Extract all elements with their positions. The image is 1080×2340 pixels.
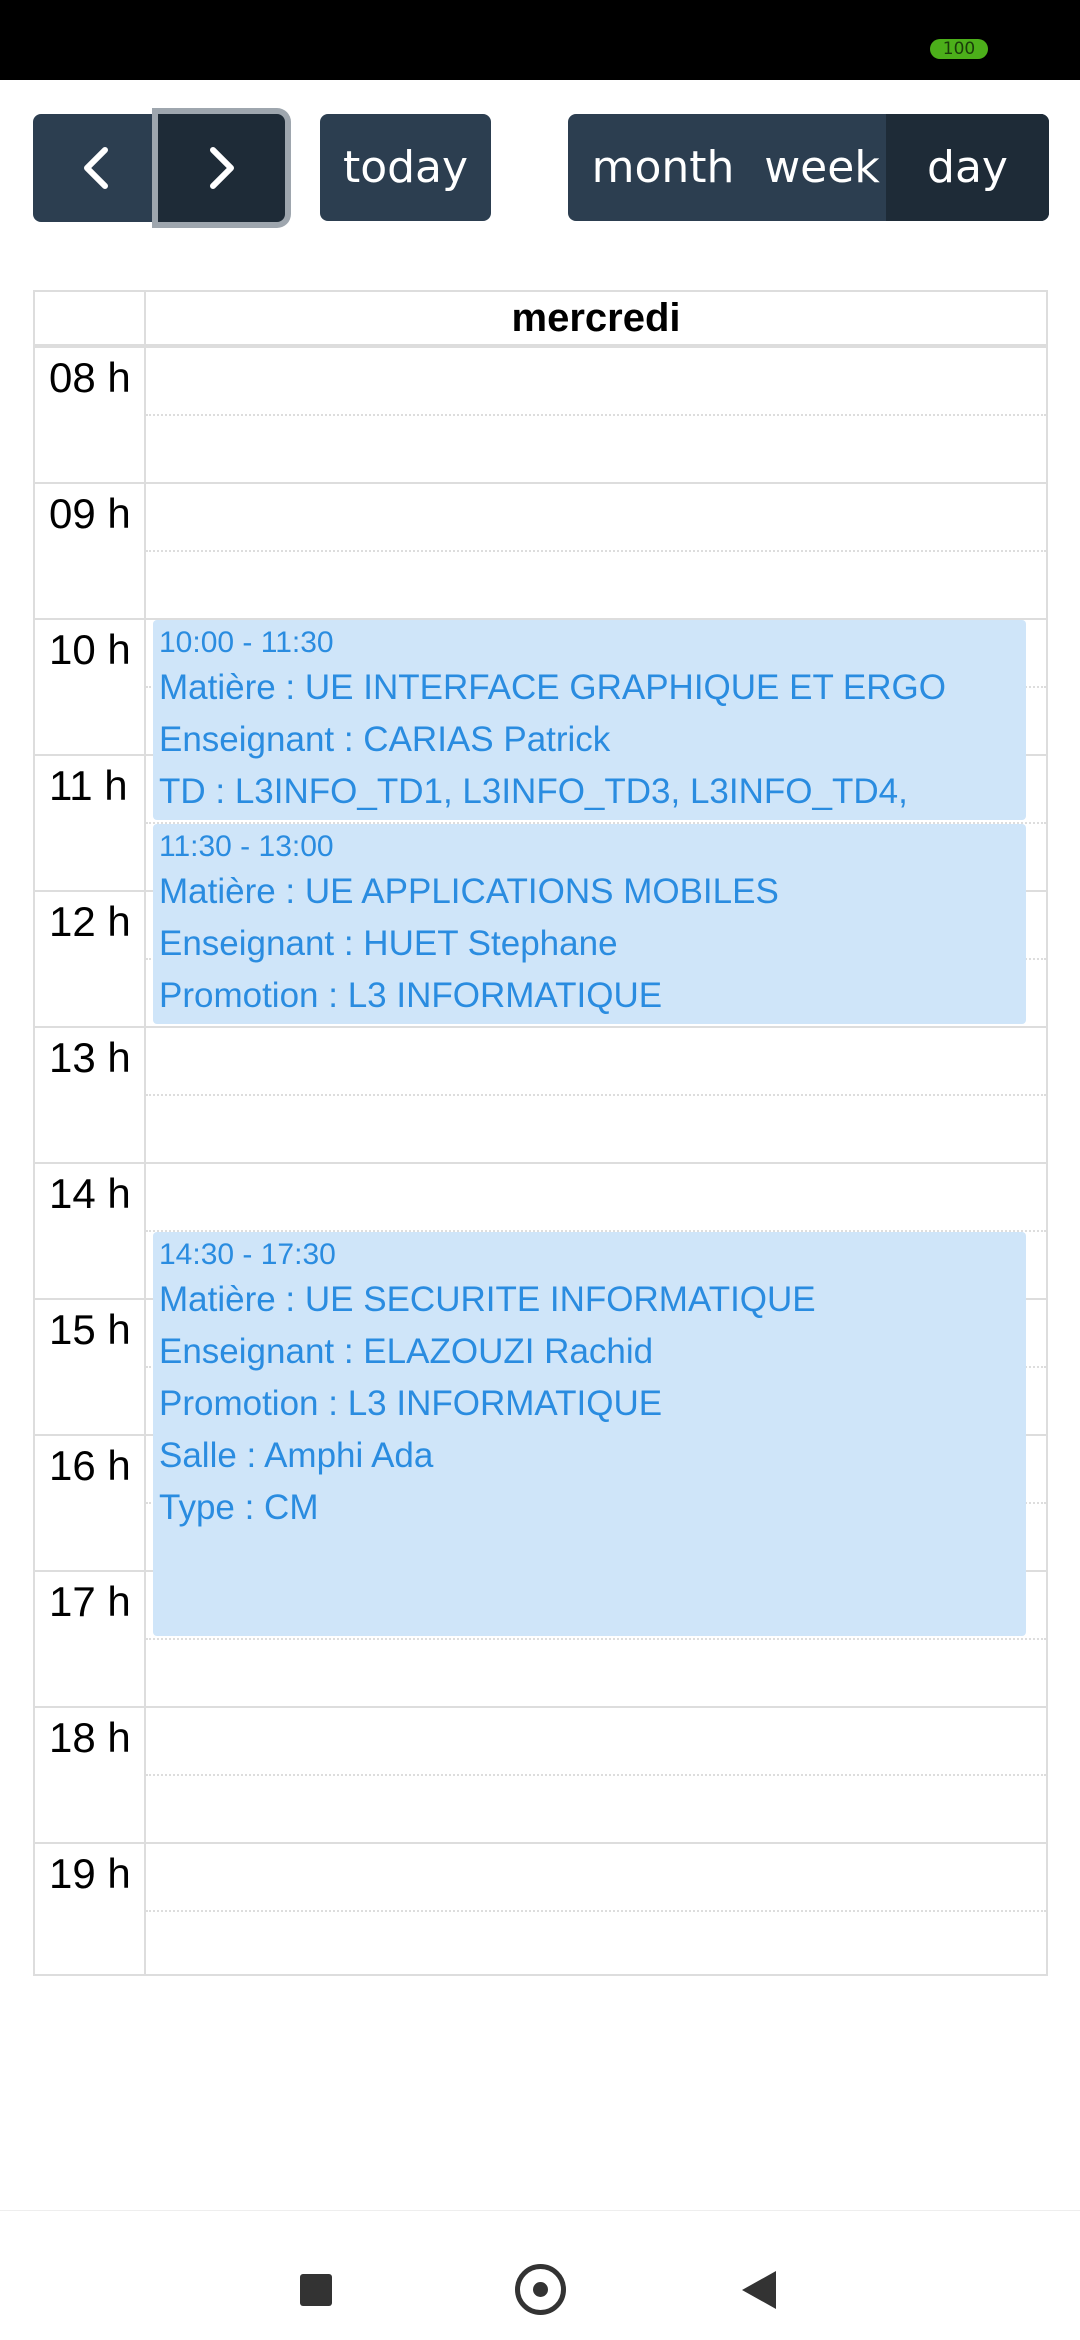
calendar-event[interactable]: 14:30 - 17:30 Matière : UE SECURITE INFOR… <box>153 1232 1026 1636</box>
home-dot <box>533 2282 548 2297</box>
hour-label: 19 h <box>49 1850 131 1897</box>
hour-label: 08 h <box>49 354 131 401</box>
week-view-button[interactable]: week <box>758 114 886 221</box>
event-detail-line: Enseignant : HUET Stephane <box>159 924 618 963</box>
hour-label: 10 h <box>49 626 131 673</box>
hour-label: 15 h <box>49 1306 131 1353</box>
event-detail-line: Matière : UE INTERFACE GRAPHIQUE ET ERGO <box>159 668 947 707</box>
calendar-body[interactable]: 08 h 09 h 10 h 11 h 12 h 13 h 14 h 15 h 16 h 17 h… <box>35 346 1046 1976</box>
chevron-left-icon <box>83 147 108 189</box>
next-button[interactable] <box>158 114 285 222</box>
day-calendar: mercredi 08 h 09 h 10 h 11 h 12 h 13 h 14 h 15 … <box>33 290 1048 1976</box>
circle-home-icon[interactable] <box>515 2264 566 2315</box>
hour-label: 17 h <box>49 1578 131 1625</box>
chevron-right-icon <box>209 147 234 189</box>
event-time: 14:30 - 17:30 <box>159 1238 336 1271</box>
event-detail-line: TD : L3INFO_TD1, L3INFO_TD3, L3INFO_TD4, <box>159 772 908 811</box>
hour-gridline <box>35 482 1046 484</box>
today-button[interactable]: today <box>320 114 491 221</box>
half-hour-gridline <box>146 1638 1046 1640</box>
triangle-back-icon[interactable] <box>742 2271 776 2309</box>
event-detail-line: Salle : Amphi Ada <box>159 1436 434 1475</box>
half-hour-gridline <box>146 1094 1046 1096</box>
half-hour-gridline <box>146 1774 1046 1776</box>
month-view-button[interactable]: month <box>568 114 758 221</box>
hour-label: 16 h <box>49 1442 131 1489</box>
square-recent-apps-icon[interactable] <box>300 2274 332 2306</box>
day-header: mercredi <box>511 295 681 340</box>
event-detail-line: Enseignant : ELAZOUZI Rachid <box>159 1332 654 1371</box>
hour-gridline <box>35 346 1046 348</box>
event-detail-line: Enseignant : CARIAS Patrick <box>159 720 611 759</box>
day-view-button[interactable]: day <box>886 114 1049 221</box>
half-hour-gridline <box>146 550 1046 552</box>
hour-gridline <box>35 1162 1046 1164</box>
hour-label: 14 h <box>49 1170 131 1217</box>
event-detail-line: Type : CM <box>159 1488 319 1527</box>
event-time: 11:30 - 13:00 <box>159 830 334 863</box>
half-hour-gridline <box>146 414 1046 416</box>
hour-gridline <box>35 1842 1046 1844</box>
event-time: 10:00 - 11:30 <box>159 626 334 659</box>
hour-gridline <box>35 1026 1046 1028</box>
view-switcher: month week day <box>568 114 1049 221</box>
event-detail-line: Matière : UE SECURITE INFORMATIQUE <box>159 1280 816 1319</box>
event-detail-line: Promotion : L3 INFORMATIQUE <box>159 976 663 1015</box>
hour-label: 09 h <box>49 490 131 537</box>
calendar-event[interactable]: 10:00 - 11:30 Matière : UE INTERFACE GRAP… <box>153 620 1026 820</box>
battery-icon: 100 <box>930 39 988 59</box>
calendar-event[interactable]: 11:30 - 13:00 Matière : UE APPLICATIONS M… <box>153 824 1026 1024</box>
event-detail-line: Matière : UE APPLICATIONS MOBILES <box>159 872 779 911</box>
header-axis-cell <box>35 292 146 344</box>
status-bar: 100 <box>0 0 1080 80</box>
navigation-bar <box>0 2210 1080 2340</box>
calendar-header: mercredi <box>35 292 1046 346</box>
hour-label: 13 h <box>49 1034 131 1081</box>
hour-gridline <box>35 1706 1046 1708</box>
hour-label: 12 h <box>49 898 131 945</box>
hour-label: 11 h <box>49 762 128 809</box>
half-hour-gridline <box>146 1910 1046 1912</box>
hour-label: 18 h <box>49 1714 131 1761</box>
event-detail-line: Promotion : L3 INFORMATIQUE <box>159 1384 663 1423</box>
prev-button[interactable] <box>33 114 158 222</box>
